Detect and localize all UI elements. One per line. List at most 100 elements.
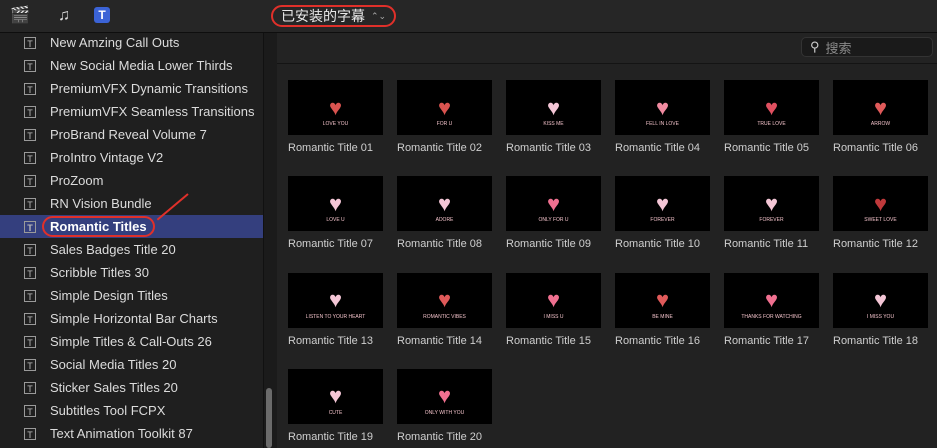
title-icon: T bbox=[24, 151, 36, 164]
sidebar-item[interactable]: T Simple Design Titles bbox=[0, 284, 263, 307]
sidebar-item[interactable]: T Sales Badges Title 20 bbox=[0, 238, 263, 261]
title-tile[interactable]: ♥ I MISS U Romantic Title 15 bbox=[506, 272, 606, 347]
heart-icon: ♥ bbox=[437, 383, 452, 409]
sidebar-item[interactable]: T Text Animation Toolkit 87 bbox=[0, 422, 263, 445]
tile-label: Romantic Title 12 bbox=[833, 238, 918, 251]
title-thumbnail: ♥ FOREVER bbox=[615, 176, 710, 232]
thumbnail-text: ONLY FOR U bbox=[538, 217, 569, 224]
sidebar-item[interactable]: T New Social Media Lower Thirds bbox=[0, 54, 263, 77]
title-icon: T bbox=[24, 404, 36, 417]
scrollbar-thumb[interactable] bbox=[266, 388, 272, 448]
thumbnail-text: BE MINE bbox=[652, 313, 673, 320]
title-icon: T bbox=[24, 128, 36, 141]
thumbnail-text: ARROW bbox=[870, 121, 891, 127]
sidebar-item-label: Text Animation Toolkit 87 bbox=[50, 426, 193, 441]
title-thumbnail: ♥ BE MINE bbox=[615, 272, 710, 328]
sidebar-item[interactable]: T PremiumVFX Dynamic Transitions bbox=[0, 77, 263, 100]
title-thumbnail: ♥ LISTEN TO YOUR HEART bbox=[288, 272, 383, 328]
title-icon: T bbox=[24, 358, 36, 371]
heart-icon: ♥ bbox=[873, 94, 888, 120]
heart-icon: ♥ bbox=[655, 287, 670, 313]
title-tile[interactable]: ♥ TRUE LOVE Romantic Title 05 bbox=[724, 80, 824, 154]
title-tile[interactable]: ♥ ADORE Romantic Title 08 bbox=[397, 176, 497, 250]
search-input[interactable]: ⚲ 搜索 bbox=[801, 37, 933, 57]
sidebar-item[interactable]: T Romantic Titles bbox=[0, 215, 263, 238]
sidebar-item[interactable]: T ProIntro Vintage V2 bbox=[0, 146, 263, 169]
clapperboard-icon[interactable]: 🎬 bbox=[10, 7, 30, 25]
chevron-updown-icon: ⌃⌄ bbox=[371, 11, 387, 21]
title-tile[interactable]: ♥ BE MINE Romantic Title 16 bbox=[615, 272, 715, 347]
title-tile[interactable]: ♥ LISTEN TO YOUR HEART Romantic Title 13 bbox=[288, 272, 388, 347]
title-icon: T bbox=[24, 289, 36, 302]
title-thumbnail: ♥ I MISS YOU bbox=[833, 272, 928, 328]
thumbnail-text: FOR U bbox=[436, 121, 453, 127]
sidebar-item-label: PremiumVFX Dynamic Transitions bbox=[50, 81, 248, 96]
title-tile[interactable]: ♥ FOREVER Romantic Title 10 bbox=[615, 176, 715, 250]
title-icon: T bbox=[24, 197, 36, 210]
title-tile[interactable]: ♥ THANKS FOR WATCHING Romantic Title 17 bbox=[724, 272, 824, 347]
heart-icon: ♥ bbox=[546, 287, 561, 313]
title-tile[interactable]: ♥ I MISS YOU Romantic Title 18 bbox=[833, 272, 933, 347]
sidebar-item[interactable]: T Simple Horizontal Bar Charts bbox=[0, 307, 263, 330]
title-icon: T bbox=[24, 174, 36, 187]
title-icon: T bbox=[24, 335, 36, 348]
sidebar-item[interactable]: T Sticker Sales Titles 20 bbox=[0, 376, 263, 399]
thumbnail-text: LOVE YOU bbox=[322, 121, 349, 127]
sidebar-item[interactable]: T Scribble Titles 30 bbox=[0, 261, 263, 284]
title-thumbnail: ♥ FELL IN LOVE bbox=[615, 80, 710, 135]
title-tile[interactable]: ♥ LOVE U Romantic Title 07 bbox=[288, 176, 388, 250]
thumbnail-text: ROMANTIC VIBES bbox=[423, 313, 466, 320]
music-photo-icon[interactable]: ♫ bbox=[54, 7, 74, 25]
title-thumbnail: ♥ ARROW bbox=[833, 80, 928, 135]
sidebar-scrollbar[interactable] bbox=[263, 33, 278, 448]
title-tile[interactable]: ♥ ARROW Romantic Title 06 bbox=[833, 80, 933, 154]
tile-label: Romantic Title 07 bbox=[288, 238, 373, 251]
tile-label: Romantic Title 05 bbox=[724, 142, 809, 154]
title-thumbnail: ♥ FOREVER bbox=[724, 176, 819, 232]
title-thumbnail: ♥ KISS ME bbox=[506, 80, 601, 135]
sidebar-item[interactable]: T Subtitles Tool FCPX bbox=[0, 399, 263, 422]
heart-icon: ♥ bbox=[437, 94, 452, 120]
titles-icon[interactable]: T bbox=[94, 7, 110, 23]
title-tile[interactable]: ♥ FOR U Romantic Title 02 bbox=[397, 80, 497, 154]
title-tile[interactable]: ♥ LOVE YOU Romantic Title 01 bbox=[288, 80, 388, 154]
sidebar: T New Amzing Call Outs T New Social Media L… bbox=[0, 33, 263, 448]
title-tile[interactable]: ♥ ONLY WITH YOU Romantic Title 20 bbox=[397, 368, 497, 443]
tile-label: Romantic Title 01 bbox=[288, 142, 373, 154]
browser-main: ⚲ 搜索 ♥ LOVE YOU Romantic Title 01 ♥ FOR U Rom… bbox=[277, 33, 937, 448]
sidebar-item-label: Sales Badges Title 20 bbox=[50, 242, 176, 257]
title-tile[interactable]: ♥ FOREVER Romantic Title 11 bbox=[724, 176, 824, 250]
sidebar-item[interactable]: T ProZoom bbox=[0, 169, 263, 192]
sidebar-item-label: RN Vision Bundle bbox=[50, 196, 152, 211]
heart-icon: ♥ bbox=[328, 383, 343, 409]
tile-label: Romantic Title 02 bbox=[397, 142, 482, 154]
title-thumbnail: ♥ TRUE LOVE bbox=[724, 80, 819, 135]
title-tile[interactable]: ♥ SWEET LOVE Romantic Title 12 bbox=[833, 176, 933, 250]
tile-label: Romantic Title 08 bbox=[397, 238, 482, 251]
search-icon: ⚲ bbox=[810, 39, 820, 54]
heart-icon: ♥ bbox=[437, 190, 452, 216]
sidebar-item[interactable]: T Simple Titles & Call-Outs 26 bbox=[0, 330, 263, 353]
sidebar-item[interactable]: T PremiumVFX Seamless Transitions bbox=[0, 100, 263, 123]
title-thumbnail: ♥ ONLY FOR U bbox=[506, 176, 601, 232]
tile-label: Romantic Title 17 bbox=[724, 334, 809, 347]
title-thumbnail: ♥ I MISS U bbox=[506, 272, 601, 328]
sidebar-item[interactable]: T Social Media Titles 20 bbox=[0, 353, 263, 376]
tile-label: Romantic Title 06 bbox=[833, 142, 918, 154]
title-icon: T bbox=[24, 220, 36, 233]
title-tile[interactable]: ♥ ONLY FOR U Romantic Title 09 bbox=[506, 176, 606, 250]
title-icon: T bbox=[24, 36, 36, 49]
tile-label: Romantic Title 15 bbox=[506, 334, 591, 347]
sidebar-item-label: New Social Media Lower Thirds bbox=[50, 58, 233, 73]
sidebar-item[interactable]: T RN Vision Bundle bbox=[0, 192, 263, 215]
title-tile[interactable]: ♥ FELL IN LOVE Romantic Title 04 bbox=[615, 80, 715, 154]
title-icon: T bbox=[24, 427, 36, 440]
title-tile[interactable]: ♥ ROMANTIC VIBES Romantic Title 14 bbox=[397, 272, 497, 347]
title-tile[interactable]: ♥ KISS ME Romantic Title 03 bbox=[506, 80, 606, 154]
title-tile[interactable]: ♥ CUTE Romantic Title 19 bbox=[288, 368, 388, 443]
sidebar-item[interactable]: T New Amzing Call Outs bbox=[0, 33, 263, 54]
search-placeholder: 搜索 bbox=[825, 40, 852, 56]
sidebar-item[interactable]: T ProBrand Reveal Volume 7 bbox=[0, 123, 263, 146]
thumbnail-text: LOVE U bbox=[326, 217, 345, 224]
titles-category-selector[interactable]: 已安装的字幕 ⌃⌄ bbox=[271, 5, 397, 27]
